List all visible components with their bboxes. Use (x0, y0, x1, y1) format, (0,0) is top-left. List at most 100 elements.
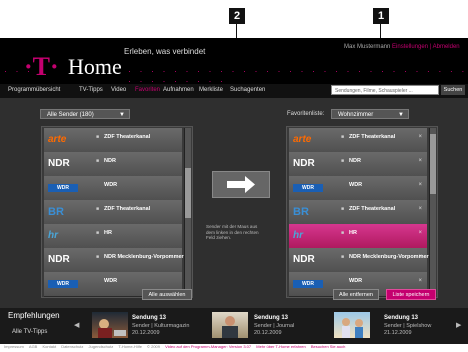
next-arrow-icon[interactable]: ▶ (456, 321, 461, 329)
recommendations-heading: Empfehlungen (8, 311, 60, 320)
lock-icon: ■ (96, 134, 100, 140)
lock-icon: ■ (96, 230, 100, 236)
channel-name: WDR (349, 278, 363, 284)
user-bar: Max Mustermann Einstellungen | Abmelden (344, 44, 460, 50)
menu-recordings[interactable]: Aufnahmen (163, 87, 194, 93)
footer-visit-link[interactable]: Besuchen Sie auch (311, 344, 345, 349)
favorite-row[interactable]: NDR ■ NDR Mecklenburg-Vorpommern × (289, 248, 432, 273)
arrow-right-icon (227, 176, 255, 193)
tip-title[interactable]: Sendung 13 (132, 315, 166, 321)
left-scroll-thumb[interactable] (185, 168, 191, 218)
ndr-logo-icon: NDR (48, 254, 70, 265)
remove-icon[interactable]: × (418, 158, 422, 164)
footer-link[interactable]: Kontakt (42, 344, 56, 349)
favorite-row-selected[interactable]: hr ■ HR × (289, 224, 427, 249)
favorites-list: arte ■ ZDF Theaterkanal × NDR ■ NDR × WD… (286, 126, 438, 298)
remove-icon[interactable]: × (418, 206, 422, 212)
lock-icon: ■ (96, 158, 100, 164)
channel-name: NDR (104, 158, 116, 164)
remove-icon[interactable]: × (418, 278, 422, 284)
menu-watchlist[interactable]: Merkliste (199, 87, 223, 93)
tip-thumbnail[interactable] (212, 312, 248, 338)
chevron-down-icon: ▼ (119, 112, 125, 118)
remove-icon[interactable]: × (418, 134, 422, 140)
tip-image (222, 316, 238, 338)
remove-icon[interactable]: × (418, 230, 422, 236)
tip-thumbnail[interactable] (92, 312, 128, 338)
transfer-button[interactable] (212, 171, 270, 198)
lock-icon: ■ (341, 206, 345, 212)
tip-meta: Sender | Spielshow (384, 323, 432, 329)
search-button[interactable]: Suchen (441, 85, 465, 95)
brand-title[interactable]: Home (68, 54, 122, 80)
tip-title[interactable]: Sendung 13 (254, 315, 288, 321)
lock-icon: ■ (96, 254, 100, 260)
hr-logo-icon: hr (293, 230, 303, 241)
user-links[interactable]: Einstellungen | Abmelden (392, 44, 460, 50)
tip-date: 20.12.2009 (132, 330, 160, 336)
favorite-row[interactable]: BR ■ ZDF Theaterkanal × (289, 200, 427, 225)
menu-favorites[interactable]: Favoriten (135, 87, 160, 93)
menu-search-agents[interactable]: Suchagenten (230, 87, 265, 93)
left-scrollbar[interactable] (184, 128, 191, 296)
favorite-row[interactable]: WDR WDR × (289, 176, 427, 201)
channel-name: WDR (104, 278, 118, 284)
channel-name: ZDF Theaterkanal (104, 134, 151, 140)
channel-row[interactable]: NDR ■ NDR (44, 152, 182, 177)
chevron-down-icon: ▼ (398, 112, 404, 118)
slogan: Erleben, was verbindet (124, 47, 206, 56)
br-logo-icon: BR (293, 206, 309, 218)
prev-arrow-icon[interactable]: ◀ (74, 321, 79, 329)
remove-icon[interactable]: × (418, 254, 422, 260)
hr-logo-icon: hr (48, 230, 58, 241)
channel-name: HR (104, 230, 112, 236)
menu-tv-tips[interactable]: TV-Tipps (79, 87, 103, 93)
remove-icon[interactable]: × (418, 182, 422, 188)
tip-thumbnail[interactable] (334, 312, 370, 338)
channel-row[interactable]: NDR ■ NDR Mecklenburg-Vorpommern (44, 248, 187, 273)
ndr-logo-icon: NDR (48, 158, 70, 169)
tip-meta: Sender | Journal (254, 323, 295, 329)
tip-title[interactable]: Sendung 13 (384, 315, 418, 321)
footer-link[interactable]: AGB (29, 344, 37, 349)
channel-filter-dropdown[interactable]: Alle Sender (180) ▼ (40, 109, 130, 119)
callout-1: 1 (373, 8, 389, 24)
menu-video[interactable]: Video (111, 87, 126, 93)
remove-all-button[interactable]: Alle entfernen (333, 289, 379, 300)
right-scroll-thumb[interactable] (430, 134, 436, 194)
footer-promo-link[interactable]: Video auf den Programm-Manager: Version … (165, 344, 251, 349)
tip-image (342, 318, 363, 338)
channel-name: HR (349, 230, 357, 236)
favorite-row[interactable]: arte ■ ZDF Theaterkanal × (289, 128, 427, 153)
footer-link[interactable]: T-Home-Hilfe (118, 344, 142, 349)
channel-name: NDR (349, 158, 361, 164)
wdr-logo-icon: WDR (48, 280, 78, 288)
favorites-list-value: Wohnzimmer (338, 112, 374, 118)
channel-row[interactable]: hr ■ HR (44, 224, 182, 249)
search-input[interactable]: Sendungen, Filme, Schauspieler ... (331, 85, 439, 95)
footer-link[interactable]: Datenschutz (61, 344, 83, 349)
callout-2: 2 (229, 8, 245, 24)
arte-logo-icon: arte (48, 134, 67, 145)
telekom-t-logo[interactable]: ·T· (24, 52, 59, 82)
channel-row[interactable]: BR ■ ZDF Theaterkanal (44, 200, 182, 225)
user-greeting: Max Mustermann (344, 44, 391, 50)
save-list-button[interactable]: Liste speichern (386, 289, 436, 300)
channel-row[interactable]: arte ■ ZDF Theaterkanal (44, 128, 182, 153)
lock-icon: ■ (341, 254, 345, 260)
channel-filter-value: Alle Sender (180) (47, 112, 94, 118)
footer-promo-link-2[interactable]: Mehr über T-Home erfahren (256, 344, 306, 349)
right-scrollbar[interactable] (429, 128, 436, 296)
footer-link[interactable]: Impressum (4, 344, 24, 349)
all-tv-tips-link[interactable]: Alle TV-Tipps (12, 329, 47, 335)
footer-copyright: © 2009 (147, 344, 161, 349)
footer-link[interactable]: Jugendschutz (89, 344, 114, 349)
tip-date: 20.12.2009 (254, 330, 282, 336)
menu-program-overview[interactable]: Programmübersicht (8, 87, 60, 93)
wdr-logo-icon: WDR (293, 280, 323, 288)
favorite-row[interactable]: NDR ■ NDR × (289, 152, 427, 177)
select-all-button[interactable]: Alle auswählen (142, 289, 192, 300)
pink-dot-row-right: · · · · · · · · · · · · · · · · · · · · … (128, 66, 468, 86)
favorites-list-dropdown[interactable]: Wohnzimmer ▼ (331, 109, 409, 119)
channel-row[interactable]: WDR WDR (44, 176, 182, 201)
